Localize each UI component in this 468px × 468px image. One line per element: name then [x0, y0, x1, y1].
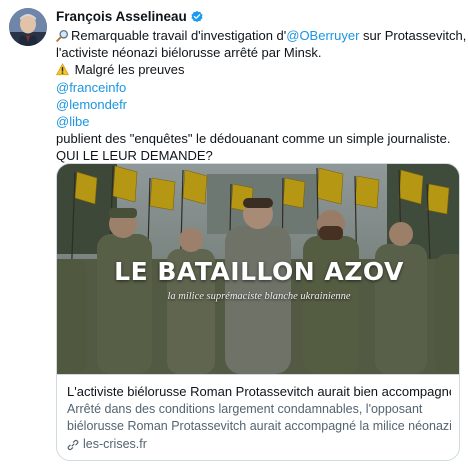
card-image-subtitle: la milice suprémaciste blanche ukrainien…	[167, 291, 351, 302]
tweet[interactable]: François Asselineau Remarquable travail …	[0, 0, 468, 468]
mention-link-lemondefr[interactable]: @lemondefr	[56, 96, 461, 113]
card-description-line: biélorusse Roman Protassevitch aurait ac…	[67, 419, 451, 433]
tweet-line-1: Remarquable travail d'investigation d'@O…	[56, 27, 466, 44]
card-meta[interactable]: L'activiste biélorusse Roman Protassevit…	[57, 374, 459, 460]
card-description-line: Arrêté dans des conditions largement con…	[67, 402, 423, 416]
tweet-text: Remarquable travail d'investigation d'@O…	[56, 27, 466, 165]
tweet-line-closing: publient des "enquêtes" le dédouanant co…	[56, 131, 451, 147]
mention-link[interactable]: @OBerruyer	[286, 28, 359, 43]
tweet-header: François Asselineau	[56, 9, 204, 24]
tweet-line-2: l'activiste néonazi biélorusse arrêté pa…	[56, 45, 322, 61]
card-description: Arrêté dans des conditions largement con…	[67, 401, 451, 435]
mention-link-franceinfo[interactable]: @franceinfo	[56, 79, 461, 96]
author-avatar[interactable]	[9, 8, 47, 46]
warning-icon	[56, 63, 69, 76]
card-title[interactable]: L'activiste biélorusse Roman Protassevit…	[67, 383, 451, 400]
mention-link-libe[interactable]: @libe	[56, 113, 461, 130]
link-icon	[67, 439, 79, 451]
card-domain-text[interactable]: les-crises.fr	[83, 436, 147, 453]
verified-badge-icon	[190, 10, 204, 24]
magnifier-icon	[56, 29, 69, 42]
card-image[interactable]: LE BATAILLON AZOV la milice suprémaciste…	[57, 164, 459, 374]
tweet-line-3: Malgré les preuves	[56, 61, 461, 78]
card-image-title: LE BATAILLON AZOV	[114, 257, 404, 286]
link-preview-card[interactable]: LE BATAILLON AZOV la milice suprémaciste…	[56, 163, 460, 461]
card-domain[interactable]: les-crises.fr	[67, 436, 451, 453]
tweet-text-segment: sur Protassevitch,	[359, 28, 467, 43]
tweet-text-segment: Remarquable travail d'investigation d'	[71, 28, 287, 43]
author-name[interactable]: François Asselineau	[56, 9, 187, 24]
tweet-text-segment: Malgré les preuves	[71, 62, 185, 78]
